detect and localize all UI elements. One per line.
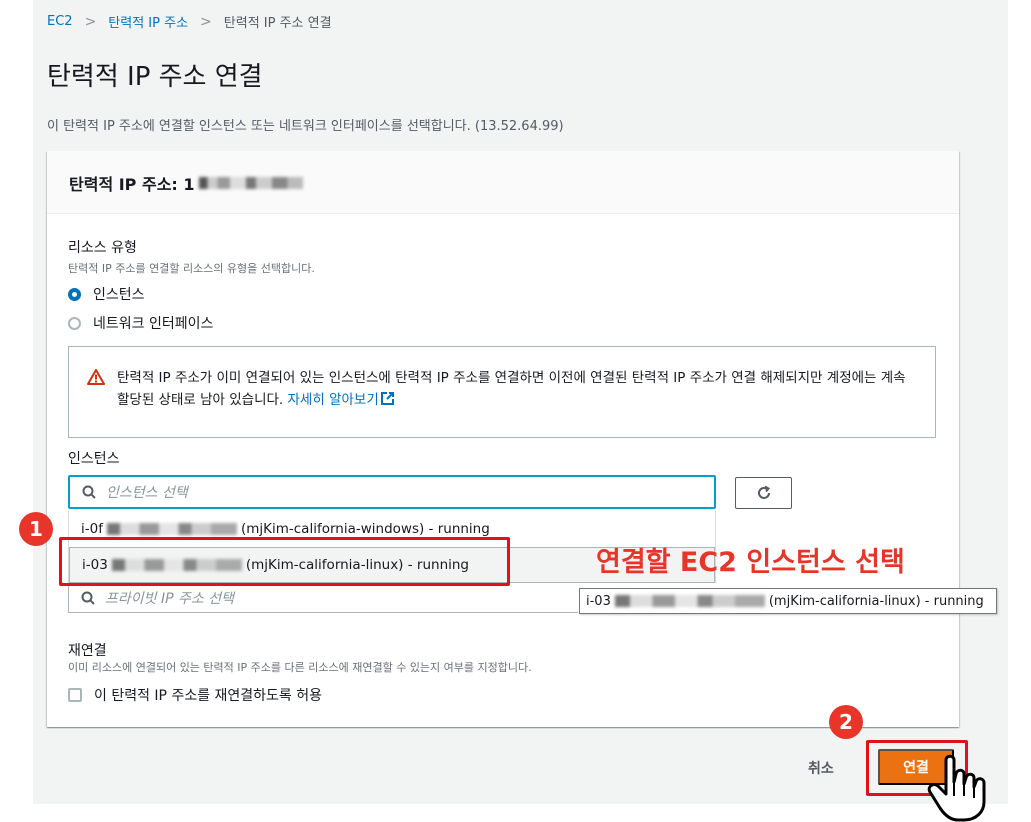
- breadcrumb-current: 탄력적 IP 주소 연결: [223, 16, 332, 31]
- tooltip-name: (mjKim-california-linux) - running: [768, 593, 984, 609]
- warning-message: 탄력적 IP 주소가 이미 연결되어 있는 인스턴스에 탄력적 IP 주소를 연…: [117, 370, 906, 408]
- breadcrumb: EC2 > 탄력적 IP 주소 > 탄력적 IP 주소 연결: [47, 12, 332, 32]
- tooltip-id: i-03: [586, 593, 611, 609]
- reassociation-description: 이미 리소스에 연결되어 있는 탄력적 IP 주소를 다른 리소스에 재연결할 …: [68, 661, 532, 674]
- radio-network-interface-label: 네트워크 인터페이스: [93, 316, 214, 332]
- annotation-highlight-instance: [59, 537, 510, 586]
- page-description: 이 탄력적 IP 주소에 연결할 인스턴스 또는 네트워크 인터페이스를 선택합…: [47, 119, 564, 134]
- resource-type-description: 탄력적 IP 주소를 연결할 리소스의 유형을 선택합니다.: [68, 262, 315, 275]
- resource-type-label: 리소스 유형: [68, 240, 137, 256]
- external-link-icon: [380, 392, 394, 405]
- refresh-icon: [757, 485, 770, 499]
- instance-option-name: (mjKim-california-windows) - running: [240, 521, 490, 537]
- learn-more-label: 자세히 알아보기: [287, 392, 379, 408]
- redacted-instance-id: [106, 523, 237, 535]
- reassociation-label: 재연결: [68, 643, 107, 659]
- page-title: 탄력적 IP 주소 연결: [47, 62, 263, 92]
- checkbox-unchecked-icon: [68, 688, 82, 702]
- instance-tooltip: i-03 (mjKim-california-linux) - running: [579, 588, 997, 614]
- associate-panel: 탄력적 IP 주소: 1 리소스 유형 탄력적 IP 주소를 연결할 리소스의 …: [47, 151, 959, 727]
- panel-title: 탄력적 IP 주소: 1: [69, 171, 937, 195]
- warning-alert: 탄력적 IP 주소가 이미 연결되어 있는 인스턴스에 탄력적 IP 주소를 연…: [68, 346, 936, 438]
- chevron-right-icon: >: [200, 13, 212, 30]
- warning-text: 탄력적 IP 주소가 이미 연결되어 있는 인스턴스에 탄력적 IP 주소를 연…: [117, 367, 907, 437]
- instance-label: 인스턴스: [68, 451, 120, 467]
- pointer-hand-icon: [927, 754, 986, 822]
- redacted-instance-id: [614, 595, 765, 607]
- panel-title-text: 탄력적 IP 주소: 1: [69, 175, 195, 194]
- learn-more-link[interactable]: 자세히 알아보기: [288, 392, 395, 408]
- cancel-button[interactable]: 취소: [808, 758, 834, 778]
- radio-instance[interactable]: 인스턴스: [68, 284, 145, 304]
- redacted-ip: [198, 177, 303, 189]
- radio-unselected-icon: [68, 316, 81, 330]
- radio-network-interface[interactable]: 네트워크 인터페이스: [68, 313, 213, 333]
- search-icon: [81, 591, 95, 605]
- step-badge-2: 2: [829, 705, 863, 739]
- breadcrumb-ec2[interactable]: EC2: [47, 14, 73, 29]
- radio-selected-icon: [68, 287, 81, 301]
- panel-header: 탄력적 IP 주소: 1: [47, 151, 959, 214]
- reassociation-checkbox[interactable]: 이 탄력적 IP 주소를 재연결하도록 허용: [68, 685, 322, 705]
- instance-option-id: i-0f: [81, 521, 103, 537]
- private-ip-placeholder: 프라이빗 IP 주소 선택: [105, 590, 234, 607]
- instance-select-placeholder: 인스턴스 선택: [106, 485, 188, 501]
- warning-icon: [87, 369, 105, 385]
- private-ip-select[interactable]: 프라이빗 IP 주소 선택: [68, 583, 578, 613]
- search-icon: [82, 485, 96, 499]
- annotation-callout: 연결할 EC2 인스턴스 선택: [596, 547, 905, 578]
- radio-instance-label: 인스턴스: [93, 287, 145, 303]
- breadcrumb-elastic-ip[interactable]: 탄력적 IP 주소: [108, 12, 188, 31]
- chevron-right-icon: >: [84, 13, 97, 30]
- instance-select[interactable]: 인스턴스 선택: [68, 475, 716, 509]
- refresh-button[interactable]: [735, 477, 792, 509]
- reassociation-checkbox-label: 이 탄력적 IP 주소를 재연결하도록 허용: [94, 688, 323, 704]
- step-badge-1: 1: [19, 512, 53, 546]
